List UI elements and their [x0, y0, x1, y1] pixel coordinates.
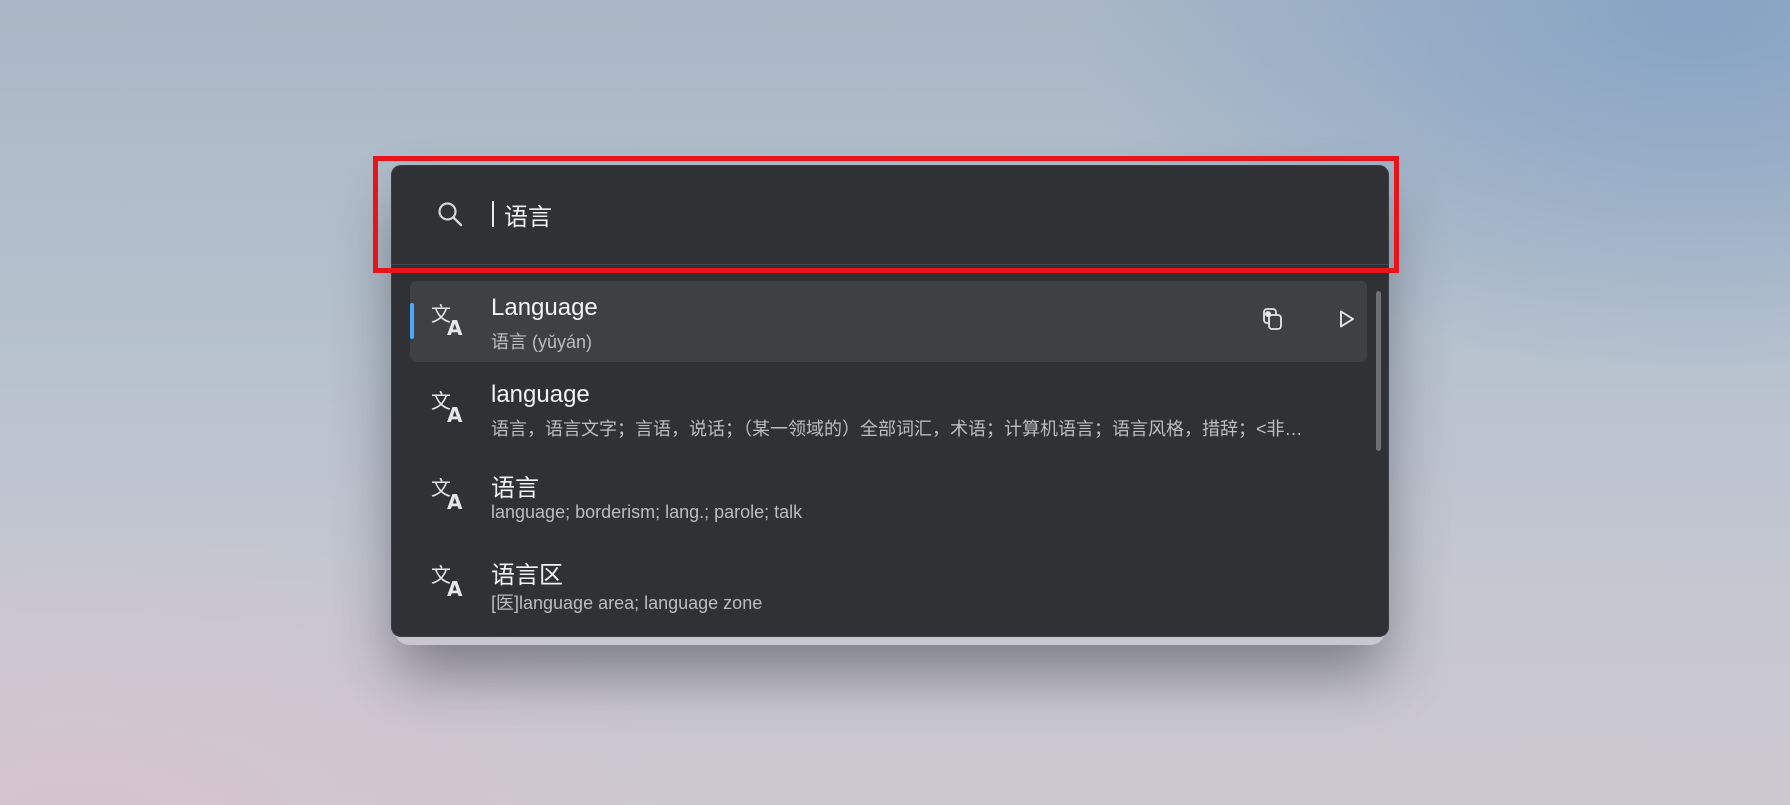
search-icon — [436, 200, 464, 228]
result-item[interactable]: 文 A Language 语言 (yǔyán) — [410, 281, 1367, 362]
translate-icon: 文 A — [430, 301, 468, 340]
play-icon — [1335, 308, 1357, 335]
svg-text:A: A — [447, 577, 463, 600]
results-list: 文 A Language 语言 (yǔyán) 文 A language 语言，… — [392, 265, 1388, 636]
copy-button[interactable] — [1255, 303, 1291, 339]
results-scrollbar[interactable] — [1376, 291, 1381, 451]
result-title: Language — [491, 294, 598, 321]
result-subtitle: [医]language area; language zone — [491, 593, 763, 613]
translate-icon: 文 A — [430, 562, 468, 601]
search-input[interactable]: 语言 — [492, 194, 1332, 234]
translate-icon: 文 A — [430, 388, 468, 427]
result-subtitle: language; borderism; lang.; parole; talk — [491, 502, 803, 522]
svg-text:A: A — [447, 316, 463, 339]
result-item[interactable]: 文 A language 语言，语言文字；言语，说话；（某一领域的）全部词汇，术… — [410, 368, 1367, 449]
search-query: 语言 — [504, 203, 552, 231]
result-subtitle: 语言，语言文字；言语，说话；（某一领域的）全部词汇，术语；计算机语言；语言风格，… — [491, 419, 1303, 439]
result-item[interactable]: 文 A 语言 language; borderism; lang.; parol… — [410, 455, 1367, 536]
result-title: 语言 — [491, 475, 539, 502]
result-title: 语言区 — [491, 562, 563, 589]
translator-launcher: 语言 文 A Language 语言 (yǔyán) 文 A language … — [391, 165, 1389, 637]
svg-text:A: A — [447, 490, 463, 513]
text-caret — [492, 201, 494, 227]
svg-text:A: A — [447, 403, 463, 426]
selection-indicator — [410, 303, 414, 339]
copy-icon — [1261, 307, 1285, 336]
result-title: language — [491, 381, 590, 408]
translate-icon: 文 A — [430, 475, 468, 514]
result-subtitle: 语言 (yǔyán) — [491, 332, 593, 352]
search-bar[interactable]: 语言 — [392, 166, 1388, 265]
result-item[interactable]: 文 A 语言区 [医]language area; language zone — [410, 542, 1367, 623]
play-button[interactable] — [1328, 303, 1364, 339]
